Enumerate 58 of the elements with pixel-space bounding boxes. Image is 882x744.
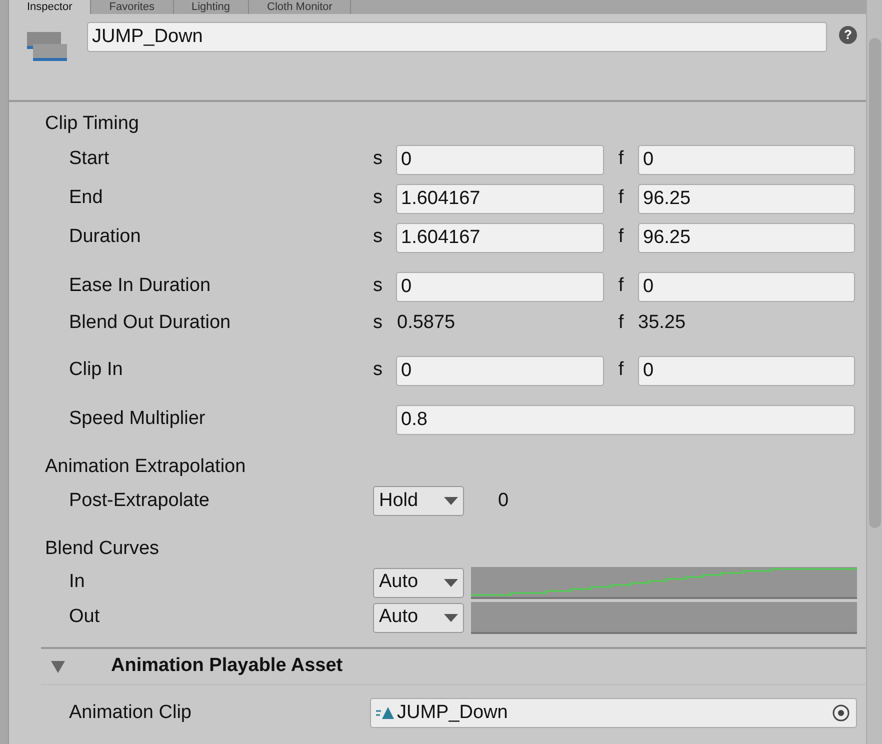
value-text: 35.25: [638, 311, 687, 336]
dropdown[interactable]: Auto: [373, 602, 464, 632]
unit-label: f: [617, 358, 625, 382]
object-picker-icon[interactable]: [832, 704, 850, 722]
input-field[interactable]: 1.604167: [396, 222, 604, 252]
field-label: Out: [68, 605, 101, 630]
caret-icon: [444, 578, 458, 586]
input-field[interactable]: 0: [396, 144, 604, 174]
field-label: Start: [68, 147, 110, 172]
input-field[interactable]: 0: [638, 356, 855, 386]
unit-label: f: [617, 225, 625, 250]
input-field[interactable]: 96.25: [638, 184, 855, 214]
field-label: End: [68, 186, 104, 210]
input-field[interactable]: 0.8: [396, 404, 855, 434]
animation-clip-icon: [376, 706, 394, 720]
unit-label: f: [617, 311, 625, 336]
unit-label: s: [373, 274, 384, 298]
field-label: Clip In: [68, 358, 124, 382]
field-label: Animation Clip: [68, 700, 192, 725]
field-label: In: [68, 570, 86, 594]
panel-tab[interactable]: Cloth Monitor: [249, 0, 352, 14]
field-label: Ease In Duration: [68, 274, 212, 298]
field-label: Blend Out Duration: [68, 311, 232, 336]
input-field[interactable]: 1.604167: [396, 184, 604, 214]
panel-tab[interactable]: Lighting: [174, 0, 250, 14]
section-title: Clip Timing: [44, 112, 140, 136]
unit-label: s: [373, 147, 384, 172]
object-field[interactable]: JUMP_Down: [370, 698, 857, 728]
section-title: Animation Playable Asset: [111, 654, 343, 678]
unit-label: s: [373, 186, 384, 210]
input-field[interactable]: 0: [638, 272, 855, 302]
value-text: 0: [498, 488, 509, 513]
unit-label: s: [373, 311, 384, 336]
scrollbar[interactable]: [866, 0, 882, 744]
input-field[interactable]: 96.25: [638, 222, 855, 252]
input-field[interactable]: 0: [396, 272, 604, 302]
field-label: Speed Multiplier: [68, 407, 206, 432]
unit-label: s: [373, 358, 384, 382]
caret-icon: [444, 614, 458, 622]
panel-tab[interactable]: Inspector: [9, 0, 92, 14]
caret-icon: [444, 497, 458, 505]
input-field[interactable]: 0: [396, 356, 604, 386]
field-label: Duration: [68, 225, 142, 250]
unit-label: f: [617, 274, 625, 298]
field-label: Post-Extrapolate: [68, 488, 210, 513]
unit-label: s: [373, 225, 384, 250]
dropdown[interactable]: Hold: [373, 486, 464, 516]
input-field[interactable]: 0: [638, 144, 855, 174]
dropdown[interactable]: Auto: [373, 568, 464, 598]
expanded-arrow-icon: [51, 660, 65, 672]
section-title: Blend Curves: [44, 537, 160, 561]
unit-label: f: [617, 147, 625, 172]
value-text: 0.5875: [396, 311, 456, 336]
name-field[interactable]: JUMP_Down: [87, 22, 827, 52]
help-button[interactable]: ?: [839, 26, 857, 44]
unit-label: f: [617, 186, 625, 210]
panel-tab[interactable]: Favorites: [91, 0, 174, 14]
section-title: Animation Extrapolation: [44, 455, 247, 479]
